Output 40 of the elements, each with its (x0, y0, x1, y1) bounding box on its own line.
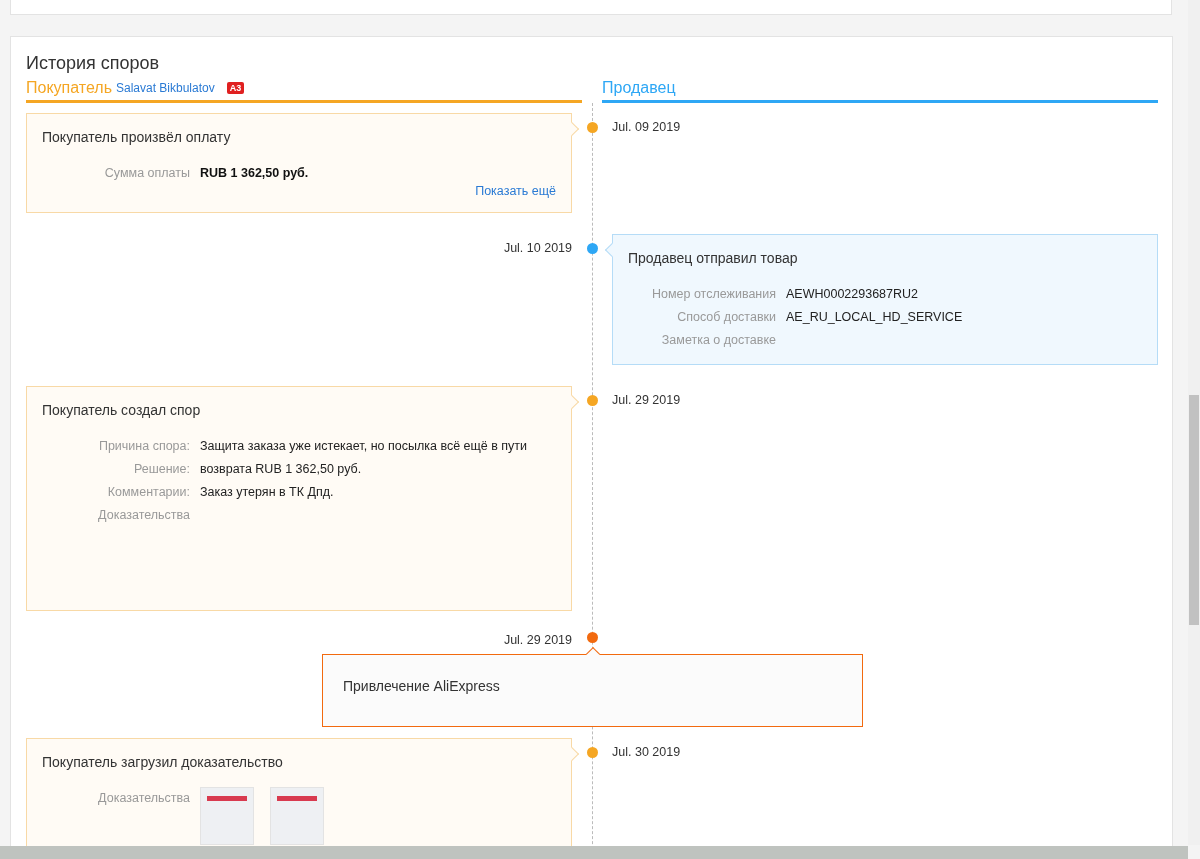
event-date: Jul. 10 2019 (503, 241, 572, 255)
seller-column-header: Продавец (602, 75, 1158, 103)
timeline-dot (586, 747, 598, 758)
vertical-scrollbar[interactable] (1188, 0, 1200, 845)
show-more-link[interactable]: Показать ещё (475, 184, 556, 198)
horizontal-scrollbar[interactable] (0, 846, 1188, 859)
timeline-dot (586, 122, 598, 133)
section-title: История споров (26, 52, 161, 75)
field-label: Доказательства (97, 507, 190, 524)
event-title: Покупатель произвёл оплату (42, 128, 232, 146)
field-value: Защита заказа уже истекает, но посылка всё ещё в пути (200, 438, 528, 455)
field-value: AE_RU_LOCAL_HD_SERVICE (786, 309, 963, 326)
event-date: Jul. 29 2019 (502, 632, 572, 647)
field-label: Решение: (132, 461, 190, 478)
event-date: Jul. 30 2019 (612, 745, 681, 759)
event-date: Jul. 29 2019 (612, 393, 681, 407)
buyer-label: Покупатель (26, 78, 112, 97)
field-label: Номер отслеживания (650, 286, 776, 303)
field-value: RUB 1 362,50 руб. (200, 165, 309, 182)
timeline-dot (586, 632, 598, 643)
field-label: Сумма оплаты (103, 165, 190, 182)
field-value: AEWH0002293687RU2 (786, 286, 919, 303)
field-label: Комментарии: (106, 484, 190, 501)
timeline-dot (586, 243, 598, 254)
field-value: Заказ утерян в ТК Дпд. (200, 484, 334, 501)
photo-placeholder[interactable] (200, 787, 254, 845)
timeline-dot (586, 395, 598, 406)
event-title: Покупатель создал спор (42, 401, 202, 419)
field-value: возврата RUB 1 362,50 руб. (200, 461, 362, 478)
event-title: Привлечение AliExpress (343, 677, 501, 695)
field-label: Способ доставки (676, 309, 776, 326)
field-label: Причина спора: (97, 438, 190, 455)
field-label: Заметка о доставке (660, 332, 776, 349)
event-date: Jul. 09 2019 (612, 120, 681, 134)
field-label: Доказательства (97, 790, 190, 807)
buyer-name-link[interactable]: Salavat Bikbulatov (116, 80, 215, 95)
event-title: Покупатель загрузил доказательство (42, 753, 284, 771)
level-badge: A3 (226, 81, 245, 94)
photo-placeholder[interactable] (270, 787, 324, 845)
event-title: Продавец отправил товар (628, 249, 799, 267)
